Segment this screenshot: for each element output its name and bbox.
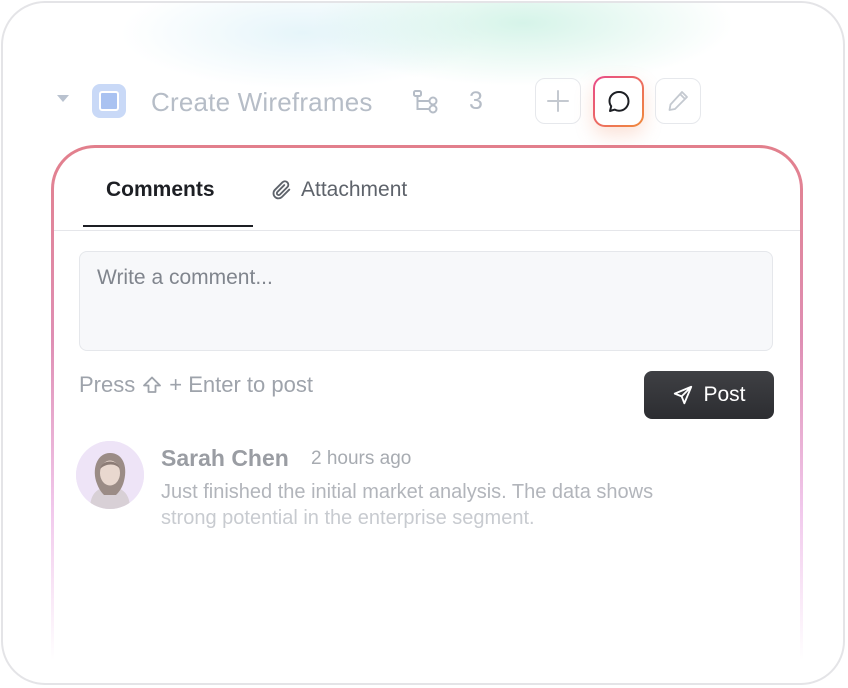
comment-text: Just finished the initial market analysi…: [161, 479, 761, 531]
comment-button[interactable]: [593, 76, 644, 127]
comment-input[interactable]: [79, 251, 773, 351]
collapse-caret-icon[interactable]: [57, 95, 69, 102]
hint-prefix: Press: [79, 372, 136, 397]
comments-panel-body: Comments Attachment Press + Enter to pos…: [54, 148, 800, 683]
hint-suffix: + Enter to post: [169, 372, 313, 397]
avatar-portrait-icon: [76, 441, 144, 509]
comment-text-line-1: Just finished the initial market analysi…: [161, 481, 654, 503]
post-button-label: Post: [703, 383, 746, 406]
shift-key-icon: [143, 376, 162, 393]
active-tab-indicator: [83, 225, 253, 227]
task-title: Create Wireframes: [151, 87, 373, 117]
tab-bar: Comments Attachment: [54, 148, 800, 231]
plus-icon: [547, 90, 569, 112]
tab-comments[interactable]: Comments: [106, 178, 215, 202]
chat-bubble-icon: [608, 90, 629, 112]
add-button[interactable]: [535, 78, 581, 124]
comment-text-line-2: strong potential in the enterprise segme…: [161, 507, 535, 529]
tab-attachment-label: Attachment: [301, 178, 408, 201]
avatar: [76, 441, 144, 509]
subtask-tree-icon: [413, 90, 438, 114]
paperclip-icon: [272, 180, 291, 200]
comment-author: Sarah Chen: [161, 445, 289, 471]
tab-attachment[interactable]: Attachment: [271, 178, 407, 202]
send-icon: [674, 385, 693, 405]
pencil-icon: [668, 91, 688, 111]
edit-button[interactable]: [655, 78, 701, 124]
post-hint: Press + Enter to post: [79, 372, 313, 398]
comment-timestamp: 2 hours ago: [311, 448, 412, 469]
task-row: Create Wireframes 3: [3, 75, 843, 129]
subtask-count: 3: [469, 87, 483, 115]
comment-button-inner: [595, 78, 642, 125]
card-frame: Create Wireframes 3 Comments Attachment …: [1, 1, 845, 685]
task-checkbox[interactable]: [92, 84, 126, 118]
post-button[interactable]: Post: [644, 371, 774, 419]
comments-panel: Comments Attachment Press + Enter to pos…: [51, 145, 803, 683]
